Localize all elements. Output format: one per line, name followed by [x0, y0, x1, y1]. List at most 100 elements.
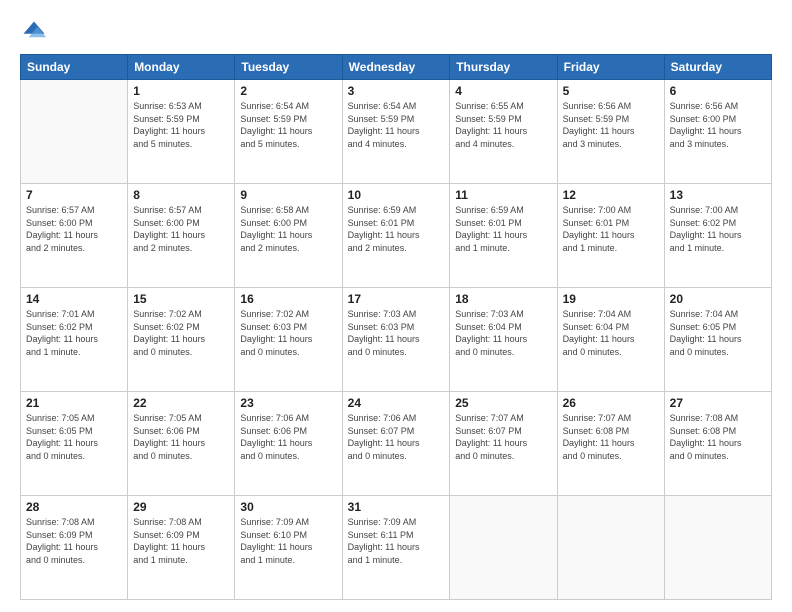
calendar-cell: 27 Sunrise: 7:08 AM Sunset: 6:08 PM Dayli…: [664, 392, 771, 496]
logo-icon: [20, 18, 48, 46]
day-number: 30: [240, 500, 336, 514]
day-info: Sunrise: 7:06 AM Sunset: 6:06 PM Dayligh…: [240, 412, 336, 462]
calendar-cell: 18Sunrise: 7:03 AM Sunset: 6:04 PM Dayli…: [450, 288, 557, 392]
weekday-header: Wednesday: [342, 55, 450, 80]
day-number: 11: [455, 188, 551, 202]
day-number: 21: [26, 396, 122, 410]
calendar-week-row: 14Sunrise: 7:01 AM Sunset: 6:02 PM Dayli…: [21, 288, 772, 392]
calendar-cell: 11 Sunrise: 6:59 AM Sunset: 6:01 PM Dayli…: [450, 184, 557, 288]
calendar-cell: 1 Sunrise: 6:53 AM Sunset: 5:59 PM Daylig…: [128, 80, 235, 184]
calendar-cell: 30 Sunrise: 7:09 AM Sunset: 6:10 PM Dayli…: [235, 496, 342, 600]
calendar-cell: 13 Sunrise: 7:00 AM Sunset: 6:02 PM Dayli…: [664, 184, 771, 288]
calendar-cell: 7 Sunrise: 6:57 AM Sunset: 6:00 PM Daylig…: [21, 184, 128, 288]
day-info: Sunrise: 7:05 AM Sunset: 6:06 PM Dayligh…: [133, 412, 229, 462]
day-info: Sunrise: 7:07 AM Sunset: 6:08 PM Dayligh…: [563, 412, 659, 462]
day-info: Sunrise: 7:01 AM Sunset: 6:02 PM Dayligh…: [26, 308, 122, 358]
header: [20, 18, 772, 46]
calendar-week-row: 21 Sunrise: 7:05 AM Sunset: 6:05 PM Dayli…: [21, 392, 772, 496]
calendar-cell: 16Sunrise: 7:02 AM Sunset: 6:03 PM Dayli…: [235, 288, 342, 392]
weekday-header: Saturday: [664, 55, 771, 80]
day-info: Sunrise: 7:08 AM Sunset: 6:08 PM Dayligh…: [670, 412, 766, 462]
day-number: 8: [133, 188, 229, 202]
day-number: 20: [670, 292, 766, 306]
calendar-cell: 29Sunrise: 7:08 AM Sunset: 6:09 PM Dayli…: [128, 496, 235, 600]
day-info: Sunrise: 6:54 AM Sunset: 5:59 PM Dayligh…: [240, 100, 336, 150]
day-number: 1: [133, 84, 229, 98]
day-info: Sunrise: 7:06 AM Sunset: 6:07 PM Dayligh…: [348, 412, 445, 462]
calendar-cell: 21 Sunrise: 7:05 AM Sunset: 6:05 PM Dayli…: [21, 392, 128, 496]
day-number: 17: [348, 292, 445, 306]
weekday-header: Friday: [557, 55, 664, 80]
calendar-cell: [450, 496, 557, 600]
calendar-cell: 23 Sunrise: 7:06 AM Sunset: 6:06 PM Dayli…: [235, 392, 342, 496]
calendar-cell: 9 Sunrise: 6:58 AM Sunset: 6:00 PM Daylig…: [235, 184, 342, 288]
calendar-cell: [21, 80, 128, 184]
day-info: Sunrise: 6:58 AM Sunset: 6:00 PM Dayligh…: [240, 204, 336, 254]
day-info: Sunrise: 7:05 AM Sunset: 6:05 PM Dayligh…: [26, 412, 122, 462]
day-number: 27: [670, 396, 766, 410]
calendar-cell: 14Sunrise: 7:01 AM Sunset: 6:02 PM Dayli…: [21, 288, 128, 392]
day-info: Sunrise: 7:04 AM Sunset: 6:05 PM Dayligh…: [670, 308, 766, 358]
day-number: 7: [26, 188, 122, 202]
day-number: 9: [240, 188, 336, 202]
day-info: Sunrise: 7:04 AM Sunset: 6:04 PM Dayligh…: [563, 308, 659, 358]
day-info: Sunrise: 6:53 AM Sunset: 5:59 PM Dayligh…: [133, 100, 229, 150]
day-number: 10: [348, 188, 445, 202]
weekday-header: Thursday: [450, 55, 557, 80]
calendar-cell: 10 Sunrise: 6:59 AM Sunset: 6:01 PM Dayli…: [342, 184, 450, 288]
calendar-cell: 12 Sunrise: 7:00 AM Sunset: 6:01 PM Dayli…: [557, 184, 664, 288]
calendar-cell: 22Sunrise: 7:05 AM Sunset: 6:06 PM Dayli…: [128, 392, 235, 496]
calendar-cell: [664, 496, 771, 600]
day-info: Sunrise: 7:00 AM Sunset: 6:02 PM Dayligh…: [670, 204, 766, 254]
day-info: Sunrise: 7:08 AM Sunset: 6:09 PM Dayligh…: [133, 516, 229, 566]
day-number: 4: [455, 84, 551, 98]
day-info: Sunrise: 6:59 AM Sunset: 6:01 PM Dayligh…: [348, 204, 445, 254]
calendar: SundayMondayTuesdayWednesdayThursdayFrid…: [20, 54, 772, 600]
day-info: Sunrise: 6:56 AM Sunset: 6:00 PM Dayligh…: [670, 100, 766, 150]
calendar-cell: 8 Sunrise: 6:57 AM Sunset: 6:00 PM Daylig…: [128, 184, 235, 288]
day-info: Sunrise: 6:56 AM Sunset: 5:59 PM Dayligh…: [563, 100, 659, 150]
day-number: 25: [455, 396, 551, 410]
day-info: Sunrise: 7:00 AM Sunset: 6:01 PM Dayligh…: [563, 204, 659, 254]
day-number: 23: [240, 396, 336, 410]
day-info: Sunrise: 7:03 AM Sunset: 6:03 PM Dayligh…: [348, 308, 445, 358]
day-info: Sunrise: 6:54 AM Sunset: 5:59 PM Dayligh…: [348, 100, 445, 150]
day-number: 19: [563, 292, 659, 306]
calendar-week-row: 7 Sunrise: 6:57 AM Sunset: 6:00 PM Daylig…: [21, 184, 772, 288]
calendar-cell: [557, 496, 664, 600]
calendar-cell: 31Sunrise: 7:09 AM Sunset: 6:11 PM Dayli…: [342, 496, 450, 600]
day-number: 2: [240, 84, 336, 98]
day-number: 12: [563, 188, 659, 202]
calendar-cell: 26 Sunrise: 7:07 AM Sunset: 6:08 PM Dayli…: [557, 392, 664, 496]
day-number: 26: [563, 396, 659, 410]
day-info: Sunrise: 7:08 AM Sunset: 6:09 PM Dayligh…: [26, 516, 122, 566]
calendar-cell: 6 Sunrise: 6:56 AM Sunset: 6:00 PM Daylig…: [664, 80, 771, 184]
calendar-week-row: 1 Sunrise: 6:53 AM Sunset: 5:59 PM Daylig…: [21, 80, 772, 184]
day-number: 24: [348, 396, 445, 410]
weekday-header: Monday: [128, 55, 235, 80]
day-info: Sunrise: 7:03 AM Sunset: 6:04 PM Dayligh…: [455, 308, 551, 358]
day-number: 31: [348, 500, 445, 514]
day-number: 6: [670, 84, 766, 98]
day-info: Sunrise: 6:57 AM Sunset: 6:00 PM Dayligh…: [133, 204, 229, 254]
day-info: Sunrise: 7:07 AM Sunset: 6:07 PM Dayligh…: [455, 412, 551, 462]
day-info: Sunrise: 6:59 AM Sunset: 6:01 PM Dayligh…: [455, 204, 551, 254]
day-number: 13: [670, 188, 766, 202]
calendar-cell: 3 Sunrise: 6:54 AM Sunset: 5:59 PM Daylig…: [342, 80, 450, 184]
weekday-header: Tuesday: [235, 55, 342, 80]
calendar-cell: 28Sunrise: 7:08 AM Sunset: 6:09 PM Dayli…: [21, 496, 128, 600]
day-number: 5: [563, 84, 659, 98]
logo: [20, 18, 52, 46]
calendar-cell: 5 Sunrise: 6:56 AM Sunset: 5:59 PM Daylig…: [557, 80, 664, 184]
calendar-cell: 2 Sunrise: 6:54 AM Sunset: 5:59 PM Daylig…: [235, 80, 342, 184]
day-number: 3: [348, 84, 445, 98]
page: SundayMondayTuesdayWednesdayThursdayFrid…: [0, 0, 792, 612]
day-info: Sunrise: 7:09 AM Sunset: 6:10 PM Dayligh…: [240, 516, 336, 566]
calendar-cell: 24 Sunrise: 7:06 AM Sunset: 6:07 PM Dayli…: [342, 392, 450, 496]
day-info: Sunrise: 7:02 AM Sunset: 6:02 PM Dayligh…: [133, 308, 229, 358]
day-info: Sunrise: 7:02 AM Sunset: 6:03 PM Dayligh…: [240, 308, 336, 358]
day-info: Sunrise: 6:57 AM Sunset: 6:00 PM Dayligh…: [26, 204, 122, 254]
calendar-cell: 19 Sunrise: 7:04 AM Sunset: 6:04 PM Dayli…: [557, 288, 664, 392]
weekday-header: Sunday: [21, 55, 128, 80]
calendar-cell: 17 Sunrise: 7:03 AM Sunset: 6:03 PM Dayli…: [342, 288, 450, 392]
